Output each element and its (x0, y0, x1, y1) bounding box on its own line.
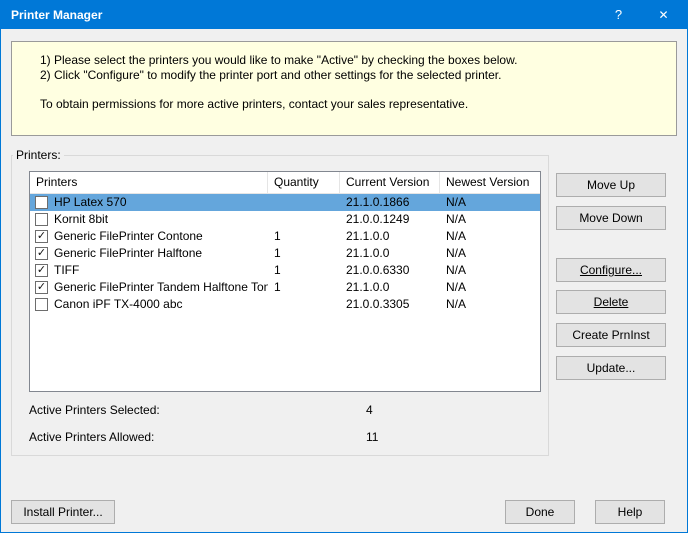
printer-name: Kornit 8bit (54, 211, 108, 228)
printer-manager-dialog: Printer Manager ? ✕ 1) Please select the… (0, 0, 688, 533)
printer-name-cell: ✓ TIFF (30, 262, 268, 279)
printers-group-label: Printers: (13, 148, 64, 162)
printer-name: Generic FilePrinter Tandem Halftone Tony (54, 279, 268, 296)
close-button[interactable]: ✕ (641, 1, 686, 29)
printer-name: TIFF (54, 262, 79, 279)
current-version-cell: 21.1.0.0 (340, 279, 440, 296)
printer-name-cell: Canon iPF TX-4000 abc (30, 296, 268, 313)
table-row[interactable]: Canon iPF TX-4000 abc 21.0.0.3305N/A (30, 296, 540, 313)
quantity-cell (268, 296, 340, 313)
quantity-cell (268, 211, 340, 228)
newest-version-cell: N/A (440, 211, 540, 228)
table-row[interactable]: Kornit 8bit 21.0.0.1249N/A (30, 211, 540, 228)
configure-button[interactable]: Configure... (556, 258, 666, 282)
instruction-line-1: 1) Please select the printers you would … (40, 53, 517, 67)
move-down-button[interactable]: Move Down (556, 206, 666, 230)
table-row[interactable]: HP Latex 570 21.1.0.1866N/A (30, 194, 540, 211)
window-title: Printer Manager (11, 1, 102, 29)
newest-version-cell: N/A (440, 279, 540, 296)
newest-version-cell: N/A (440, 296, 540, 313)
current-version-cell: 21.1.0.0 (340, 228, 440, 245)
printer-name: Generic FilePrinter Contone (54, 228, 203, 245)
active-checkbox[interactable]: ✓ (35, 281, 48, 294)
table-row[interactable]: ✓ Generic FilePrinter Halftone 121.1.0.0N/… (30, 245, 540, 262)
printer-name: Generic FilePrinter Halftone (54, 245, 202, 262)
active-checkbox[interactable] (35, 196, 48, 209)
help-bottom-button[interactable]: Help (595, 500, 665, 524)
instruction-line-3: To obtain permissions for more active pr… (40, 97, 468, 111)
newest-version-cell: N/A (440, 228, 540, 245)
instructions-panel: 1) Please select the printers you would … (11, 41, 677, 136)
active-checkbox[interactable]: ✓ (35, 230, 48, 243)
move-up-button[interactable]: Move Up (556, 173, 666, 197)
active-printers-allowed-label: Active Printers Allowed: (29, 430, 154, 444)
current-version-cell: 21.0.0.3305 (340, 296, 440, 313)
current-version-cell: 21.0.0.1249 (340, 211, 440, 228)
active-printers-selected-value: 4 (366, 403, 373, 417)
column-header-printers[interactable]: Printers (30, 172, 268, 193)
printer-name: Canon iPF TX-4000 abc (54, 296, 183, 313)
printer-name: HP Latex 570 (54, 194, 127, 211)
column-header-newest-version[interactable]: Newest Version (440, 172, 540, 193)
printer-name-cell: ✓ Generic FilePrinter Tandem Halftone Ton… (30, 279, 268, 296)
active-printers-allowed-value: 11 (366, 430, 378, 444)
quantity-cell: 1 (268, 228, 340, 245)
current-version-cell: 21.1.0.0 (340, 245, 440, 262)
printer-name-cell: ✓ Generic FilePrinter Halftone (30, 245, 268, 262)
active-checkbox[interactable] (35, 213, 48, 226)
quantity-cell: 1 (268, 279, 340, 296)
active-checkbox[interactable] (35, 298, 48, 311)
help-button[interactable]: ? (596, 1, 641, 29)
list-header: Printers Quantity Current Version Newest… (30, 172, 540, 194)
current-version-cell: 21.1.0.1866 (340, 194, 440, 211)
install-printer-button[interactable]: Install Printer... (11, 500, 115, 524)
update-button[interactable]: Update... (556, 356, 666, 380)
quantity-cell: 1 (268, 245, 340, 262)
printer-name-cell: Kornit 8bit (30, 211, 268, 228)
delete-button[interactable]: Delete (556, 290, 666, 314)
instruction-line-2: 2) Click "Configure" to modify the print… (40, 68, 501, 82)
current-version-cell: 21.0.0.6330 (340, 262, 440, 279)
quantity-cell: 1 (268, 262, 340, 279)
column-header-quantity[interactable]: Quantity (268, 172, 340, 193)
table-row[interactable]: ✓ Generic FilePrinter Tandem Halftone Ton… (30, 279, 540, 296)
newest-version-cell: N/A (440, 262, 540, 279)
printer-name-cell: ✓ Generic FilePrinter Contone (30, 228, 268, 245)
printer-list-body: HP Latex 57021.1.0.1866N/AKornit 8bit21.… (30, 194, 540, 313)
printer-list[interactable]: Printers Quantity Current Version Newest… (29, 171, 541, 392)
create-prninst-button[interactable]: Create PrnInst (556, 323, 666, 347)
active-printers-selected-label: Active Printers Selected: (29, 403, 160, 417)
newest-version-cell: N/A (440, 245, 540, 262)
active-checkbox[interactable]: ✓ (35, 264, 48, 277)
table-row[interactable]: ✓ TIFF 121.0.0.6330N/A (30, 262, 540, 279)
titlebar[interactable]: Printer Manager ? ✕ (1, 1, 687, 29)
table-row[interactable]: ✓ Generic FilePrinter Contone 121.1.0.0N/A (30, 228, 540, 245)
done-button[interactable]: Done (505, 500, 575, 524)
quantity-cell (268, 194, 340, 211)
active-checkbox[interactable]: ✓ (35, 247, 48, 260)
column-header-current-version[interactable]: Current Version (340, 172, 440, 193)
newest-version-cell: N/A (440, 194, 540, 211)
printer-name-cell: HP Latex 570 (30, 194, 268, 211)
